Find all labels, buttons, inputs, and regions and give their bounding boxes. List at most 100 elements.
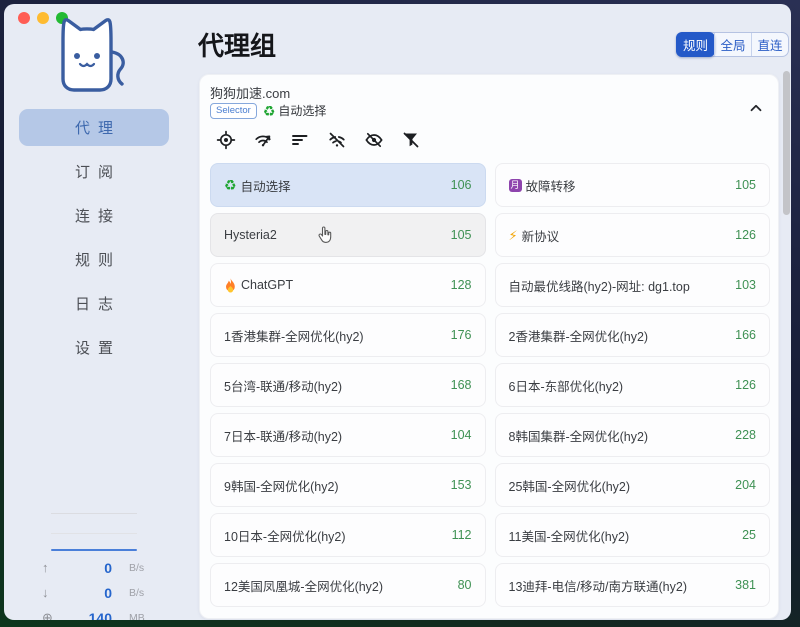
proxy-item[interactable]: 1香港集群-全网优化(hy2)176: [210, 313, 486, 357]
sidebar-item-规则[interactable]: 规则: [19, 241, 169, 278]
proxy-item[interactable]: 8韩国集群-全网优化(hy2) 228: [495, 413, 771, 457]
scrollbar-thumb[interactable]: [783, 71, 790, 215]
proxy-latency: 105: [451, 228, 472, 242]
proxy-name: Hysteria2: [224, 228, 277, 242]
proxy-name: 自动选择: [241, 176, 291, 195]
stat-value: 0: [60, 585, 112, 601]
locate-icon[interactable]: [216, 130, 236, 150]
proxy-latency: 126: [735, 378, 756, 392]
proxy-latency: 168: [451, 378, 472, 392]
proxy-grid: ♻ 自动选择 106 月故障转移105 Hysteria2 105 ⚡ 新协议 126 ChatG…: [210, 163, 770, 607]
proxy-latency: 106: [451, 178, 472, 192]
sidebar-item-设置[interactable]: 设置: [19, 329, 169, 366]
mouse-cursor: [316, 226, 333, 245]
arrow-up-icon: ↑: [42, 560, 60, 575]
proxy-name: 7日本-联通/移动(hy2): [224, 426, 342, 445]
proxy-latency: 112: [452, 528, 472, 542]
proxy-item[interactable]: 自动最优线路(hy2)-网址: dg1.top 103: [495, 263, 771, 307]
filter-off-icon[interactable]: [401, 130, 421, 150]
sidebar-item-代理[interactable]: 代理: [19, 109, 169, 146]
proxy-item[interactable]: 10日本-全网优化(hy2) 112: [210, 513, 486, 557]
close-button[interactable]: [18, 12, 30, 24]
proxy-item[interactable]: 5台湾-联通/移动(hy2) 168: [210, 363, 486, 407]
sort-icon[interactable]: [290, 130, 310, 150]
wifi-off-icon[interactable]: [327, 130, 347, 150]
sidebar-item-订阅[interactable]: 订阅: [19, 153, 169, 190]
proxy-name: 25韩国-全网优化(hy2): [509, 476, 631, 495]
mode-button-直连[interactable]: 直连: [751, 33, 788, 56]
proxy-item[interactable]: 月故障转移105: [495, 163, 771, 207]
sidebar-menu: 代理订阅连接规则日志设置: [19, 109, 169, 373]
group-selected-proxy-label: 自动选择: [278, 102, 326, 119]
outbound-mode-switch: 规则全局直连: [676, 32, 789, 57]
proxy-item[interactable]: 12美国凤凰城-全网优化(hy2) 80: [210, 563, 486, 607]
proxy-latency: 104: [451, 428, 472, 442]
traffic-stats: ↑0 B/s ↓0 B/s ⊕140 MB: [42, 555, 160, 620]
proxy-item[interactable]: ⚡新协议126: [495, 213, 771, 257]
stat-value: 0: [60, 560, 112, 576]
proxy-name: 2香港集群-全网优化(hy2): [509, 326, 649, 345]
minimize-button[interactable]: [37, 12, 49, 24]
proxy-latency: 204: [735, 478, 756, 492]
proxy-name: 10日本-全网优化(hy2): [224, 526, 346, 545]
proxy-name: 自动最优线路(hy2)-网址: dg1.top: [509, 276, 690, 295]
proxy-name: 12美国凤凰城-全网优化(hy2): [224, 576, 383, 595]
proxy-latency: 103: [735, 278, 756, 292]
traffic-sparkline: [51, 549, 137, 551]
group-type-badge: Selector: [210, 103, 257, 119]
mode-button-全局[interactable]: 全局: [714, 33, 751, 56]
chevron-up-icon[interactable]: [750, 99, 762, 117]
proxy-name: 11美国-全网优化(hy2): [509, 526, 630, 545]
group-toolbar: [216, 130, 421, 150]
proxy-name: 5台湾-联通/移动(hy2): [224, 376, 342, 395]
proxy-latency: 25: [742, 528, 756, 542]
stat-unit: B/s: [129, 562, 144, 574]
proxy-group-card: 狗狗加速.com Selector ♻ 自动选择 ♻自动选择106月故障转移10…: [199, 74, 779, 619]
proxy-item[interactable]: 9韩国-全网优化(hy2) 153: [210, 463, 486, 507]
stat-value: 140: [60, 610, 112, 621]
proxy-name: 8韩国集群-全网优化(hy2): [509, 426, 649, 445]
fire-icon: [224, 278, 237, 293]
page-title: 代理组: [198, 26, 276, 63]
proxy-item[interactable]: 11美国-全网优化(hy2) 25: [495, 513, 771, 557]
proxy-name: 9韩国-全网优化(hy2): [224, 476, 339, 495]
traffic-sparkline-grid: [51, 513, 137, 514]
proxy-name: ChatGPT: [241, 278, 293, 292]
recycle-icon: ♻: [224, 178, 237, 192]
proxy-latency: 228: [735, 428, 756, 442]
zap-icon: ⚡: [509, 229, 518, 242]
stat-unit: B/s: [129, 587, 144, 599]
proxy-latency: 128: [451, 278, 472, 292]
proxy-item[interactable]: 13迪拜-电信/移动/南方联通(hy2)381: [495, 563, 771, 607]
arrow-down-icon: ↓: [42, 585, 60, 600]
sidebar-item-连接[interactable]: 连接: [19, 197, 169, 234]
total-traffic-icon: ⊕: [42, 610, 60, 621]
stat-row: ↓0 B/s: [42, 580, 160, 605]
group-meta: Selector ♻ 自动选择: [210, 102, 326, 119]
proxy-name: 故障转移: [526, 176, 576, 195]
proxy-item[interactable]: Hysteria2 105: [210, 213, 486, 257]
stat-row: ⊕140 MB: [42, 605, 160, 620]
eye-off-icon[interactable]: [364, 130, 384, 150]
proxy-item[interactable]: 7日本-联通/移动(hy2) 104: [210, 413, 486, 457]
proxy-latency: 153: [451, 478, 472, 492]
proxy-item[interactable]: 6日本-东部优化(hy2) 126: [495, 363, 771, 407]
purple-badge-icon: 月: [509, 179, 522, 192]
proxy-latency: 80: [458, 578, 472, 592]
proxy-latency: 166: [735, 328, 756, 342]
cat-logo: [49, 16, 133, 102]
proxy-item[interactable]: 25韩国-全网优化(hy2) 204: [495, 463, 771, 507]
proxy-item[interactable]: 2香港集群-全网优化(hy2) 166: [495, 313, 771, 357]
proxy-item[interactable]: ♻ 自动选择 106: [210, 163, 486, 207]
proxy-item[interactable]: ChatGPT 128: [210, 263, 486, 307]
group-name: 狗狗加速.com: [210, 83, 290, 102]
traffic-sparkline-grid: [51, 533, 137, 534]
proxy-name: 13迪拜-电信/移动/南方联通(hy2): [509, 576, 688, 595]
proxy-name: 新协议: [522, 226, 560, 245]
mode-button-规则[interactable]: 规则: [676, 32, 715, 57]
proxy-latency: 176: [451, 328, 472, 342]
stat-unit: MB: [129, 612, 145, 621]
speedtest-icon[interactable]: [253, 130, 273, 150]
proxy-name: 6日本-东部优化(hy2): [509, 376, 624, 395]
sidebar-item-日志[interactable]: 日志: [19, 285, 169, 322]
